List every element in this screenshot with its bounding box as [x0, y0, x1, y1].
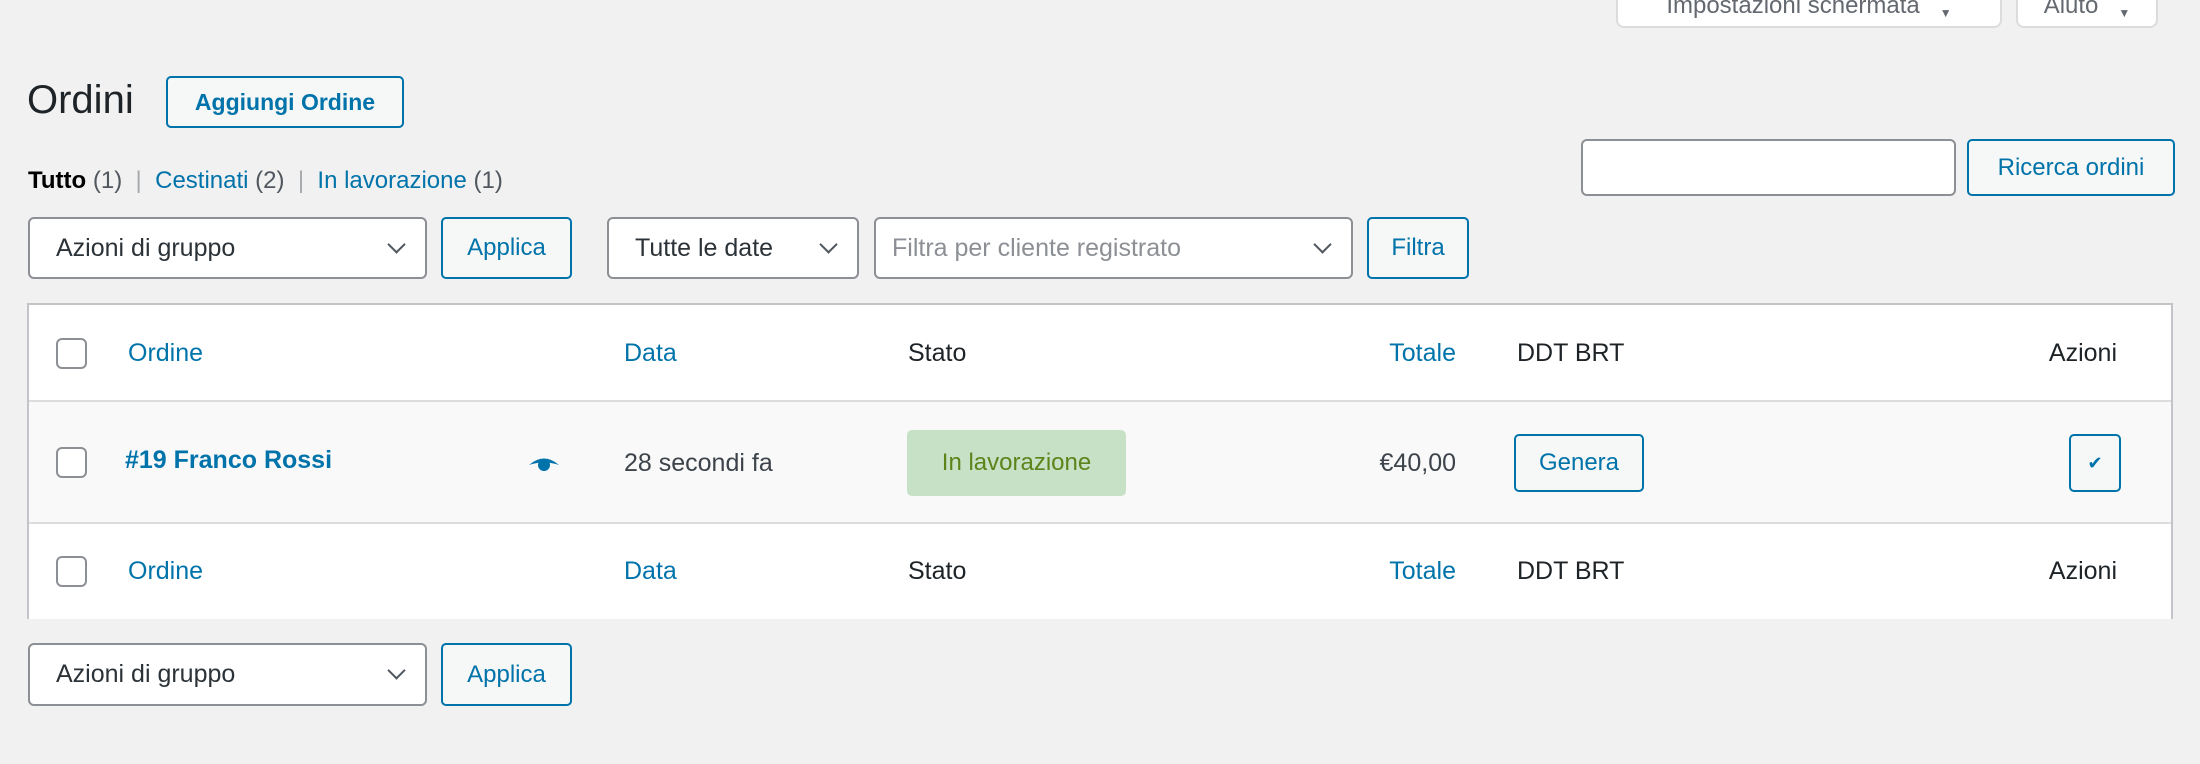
column-order[interactable]: Ordine — [128, 557, 203, 586]
column-date[interactable]: Data — [624, 557, 677, 586]
row-checkbox[interactable] — [56, 447, 87, 478]
order-date: 28 secondi fa — [624, 449, 773, 477]
view-count: (1) — [92, 167, 123, 194]
customer-filter-placeholder: Filtra per cliente registrato — [892, 233, 1182, 262]
customer-filter-select[interactable]: Filtra per cliente registrato — [874, 217, 1353, 279]
help-label: Aiuto — [2043, 0, 2099, 19]
column-status: Stato — [908, 339, 967, 367]
column-total[interactable]: Totale — [1389, 557, 1456, 586]
search-input[interactable] — [1581, 139, 1956, 196]
chevron-down-icon — [387, 661, 406, 680]
separator: | — [284, 167, 318, 194]
caret-down-icon: ▼ — [2118, 6, 2131, 20]
date-filter-select[interactable]: Tutte le date — [607, 217, 859, 279]
checkmark-icon: ✔ — [2087, 452, 2103, 473]
column-date[interactable]: Data — [624, 339, 677, 368]
search-orders-button[interactable]: Ricerca ordini — [1967, 139, 2175, 196]
page-title: Ordini — [27, 78, 134, 122]
view-count: (1) — [473, 167, 503, 194]
order-link[interactable]: #19 Franco Rossi — [125, 446, 332, 475]
column-order[interactable]: Ordine — [128, 339, 203, 368]
view-all[interactable]: Tutto (1) — [28, 167, 122, 195]
complete-order-button[interactable]: ✔ — [2069, 434, 2121, 492]
column-ddt-brt: DDT BRT — [1517, 557, 1625, 585]
apply-button[interactable]: Applica — [441, 217, 572, 279]
column-total[interactable]: Totale — [1389, 339, 1456, 368]
view-trash-label: Cestinati — [155, 167, 249, 194]
chevron-down-icon — [1313, 234, 1332, 254]
column-actions: Azioni — [2048, 339, 2117, 367]
view-count: (2) — [255, 167, 285, 194]
add-order-button[interactable]: Aggiungi Ordine — [166, 76, 404, 128]
column-status: Stato — [908, 557, 967, 585]
generate-ddt-button[interactable]: Genera — [1514, 434, 1644, 492]
order-total: €40,00 — [1379, 449, 1456, 477]
table-header-row: Ordine Data Stato Totale DDT BRT Azioni — [29, 305, 2171, 402]
eye-preview-icon[interactable] — [528, 454, 560, 474]
orders-table: Ordine Data Stato Totale DDT BRT Azioni … — [27, 303, 2173, 619]
screen-options-label: Impostazioni schermata — [1666, 0, 1920, 19]
status-badge: In lavorazione — [907, 430, 1126, 496]
select-all-checkbox[interactable] — [56, 338, 87, 369]
select-all-checkbox[interactable] — [56, 556, 87, 587]
chevron-down-icon — [819, 234, 838, 254]
bulk-actions-value: Azioni di gruppo — [56, 660, 236, 688]
column-actions: Azioni — [2048, 557, 2117, 585]
column-ddt-brt: DDT BRT — [1517, 339, 1625, 367]
bulk-actions-select-bottom[interactable]: Azioni di gruppo — [28, 643, 427, 706]
caret-down-icon: ▼ — [1939, 6, 1952, 20]
help-button[interactable]: Aiuto ▼ — [2016, 0, 2158, 28]
table-row: #19 Franco Rossi 28 secondi fa In lavora… — [29, 402, 2171, 524]
table-footer-row: Ordine Data Stato Totale DDT BRT Azioni — [29, 524, 2171, 619]
screen-options-button[interactable]: Impostazioni schermata ▼ — [1616, 0, 2002, 28]
date-filter-value: Tutte le date — [635, 233, 774, 262]
view-all-label: Tutto — [28, 167, 87, 194]
separator: | — [122, 167, 156, 194]
bulk-actions-value: Azioni di gruppo — [56, 233, 236, 262]
apply-button-bottom[interactable]: Applica — [441, 643, 572, 706]
view-processing[interactable]: In lavorazione (1) — [317, 167, 502, 195]
view-trash[interactable]: Cestinati (2) — [155, 167, 284, 195]
bulk-actions-select[interactable]: Azioni di gruppo — [28, 217, 427, 279]
filter-button[interactable]: Filtra — [1367, 217, 1469, 279]
chevron-down-icon — [387, 234, 406, 254]
view-processing-label: In lavorazione — [317, 167, 467, 194]
view-filters: Tutto (1) | Cestinati (2) | In lavorazio… — [28, 167, 503, 195]
